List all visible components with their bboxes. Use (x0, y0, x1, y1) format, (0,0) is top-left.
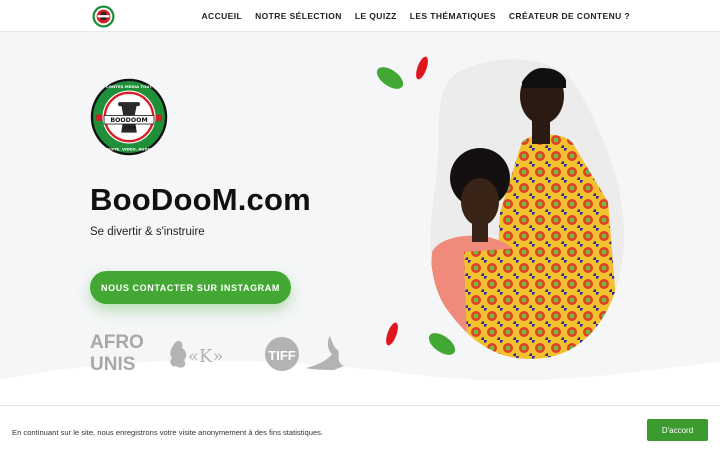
leaf-red-top (416, 56, 428, 80)
partner-logos: AFRO UNIS «K» TIFF (90, 332, 344, 374)
hero-photo (376, 56, 625, 359)
leaf-green-top (376, 67, 404, 89)
partner-tiff-logo[interactable]: TIFF (265, 337, 299, 371)
cookie-message: En continuant sur le site, nous enregist… (12, 428, 324, 437)
nav-accueil[interactable]: ACCUEIL (202, 11, 243, 21)
site-header: ACCUEIL NOTRE SÉLECTION LE QUIZZ LES THÉ… (0, 0, 720, 32)
svg-text:AFRO: AFRO (90, 332, 144, 353)
svg-text:TIFF: TIFF (268, 348, 295, 363)
hero-subtitle: Se divertir & s'instruire (90, 226, 205, 238)
cookie-banner: En continuant sur le site, nous enregist… (0, 405, 720, 450)
logo-center-text: BOODOOM (110, 117, 147, 124)
logo-bottom-text: TEXTE. VIDEO. AUDIO (106, 147, 154, 152)
partner-dancer-logo[interactable] (306, 336, 344, 370)
hero-title: BooDooM.com (90, 182, 311, 217)
main-nav: ACCUEIL NOTRE SÉLECTION LE QUIZZ LES THÉ… (202, 0, 631, 32)
boodoom-logo: BOODOOM .COM CONTES MEDIA TOUT TEXTE. VI… (90, 78, 168, 156)
svg-text:«K»: «K» (188, 346, 223, 367)
leaf-red-bottom (386, 322, 398, 346)
svg-text:UNIS: UNIS (90, 354, 135, 374)
logo-top-text: CONTES MEDIA TOUT (106, 84, 153, 89)
partner-afro-unis-logo[interactable]: AFRO UNIS (90, 332, 144, 374)
partner-k-logo[interactable]: «K» (170, 341, 223, 368)
logo-sub-text: .COM (122, 125, 136, 131)
nav-notre-selection[interactable]: NOTRE SÉLECTION (255, 11, 342, 21)
instagram-contact-button[interactable]: NOUS CONTACTER SUR INSTAGRAM (90, 271, 291, 304)
nav-les-thematiques[interactable]: LES THÉMATIQUES (410, 11, 496, 21)
site-logo[interactable] (92, 5, 115, 28)
leaf-green-bottom (428, 333, 456, 355)
nav-le-quizz[interactable]: LE QUIZZ (355, 11, 397, 21)
nav-createur-de-contenu[interactable]: CRÉATEUR DE CONTENU ? (509, 11, 630, 21)
cookie-accept-button[interactable]: D'accord (647, 419, 708, 441)
